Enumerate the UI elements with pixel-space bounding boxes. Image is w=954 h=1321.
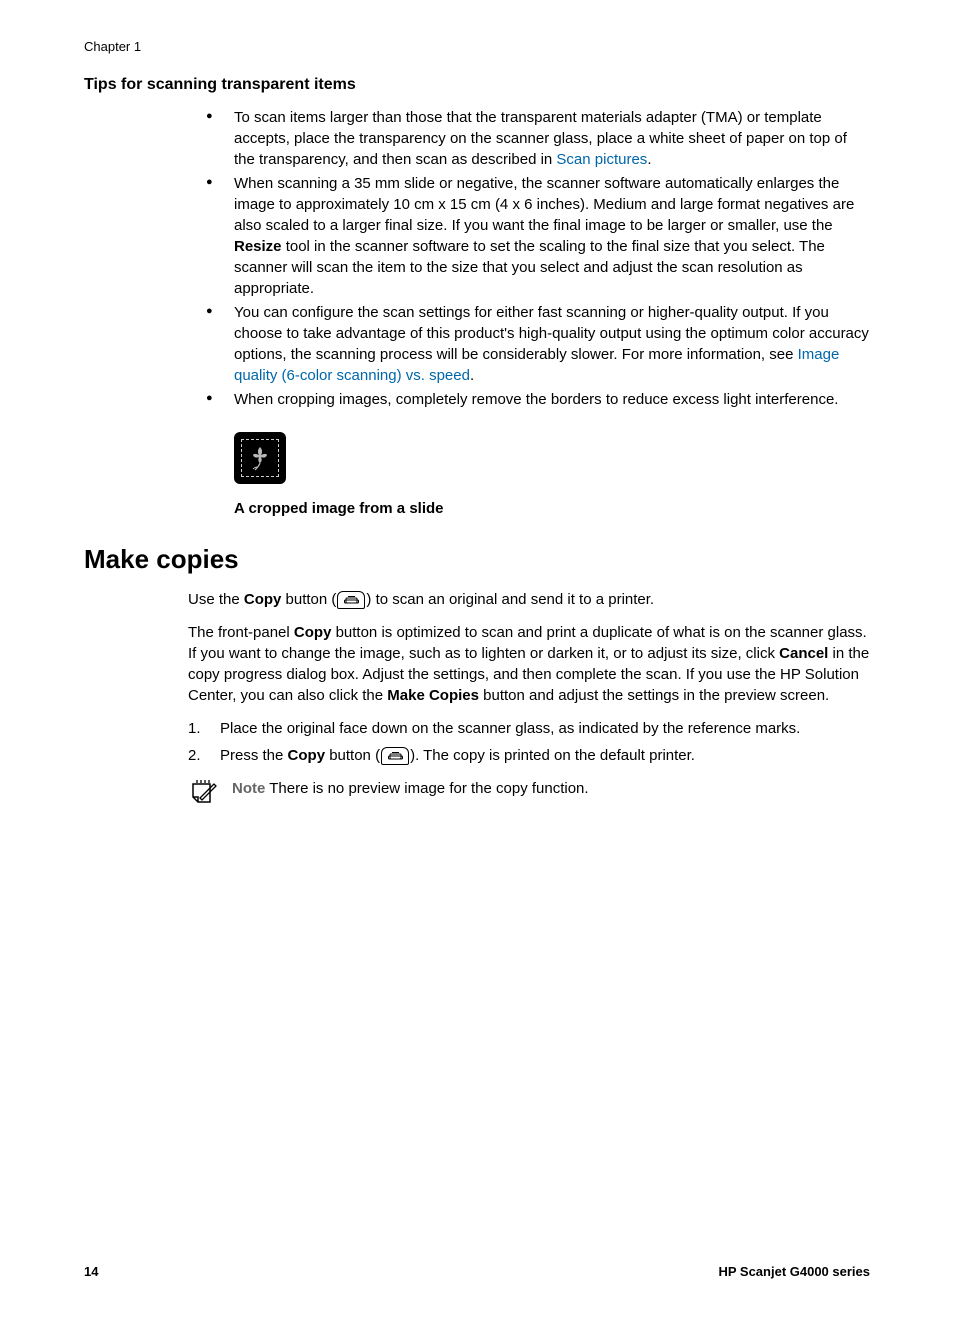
tip-text: You can configure the scan settings for … <box>234 304 869 363</box>
page-number: 14 <box>84 1263 98 1281</box>
note-icon <box>188 778 218 808</box>
tip-item: To scan items larger than those that the… <box>206 107 870 170</box>
step-text: Place the original face down on the scan… <box>220 720 800 737</box>
tips-heading: Tips for scanning transparent items <box>84 74 870 96</box>
chapter-label: Chapter 1 <box>84 38 870 56</box>
note-block: Note There is no preview image for the c… <box>84 778 870 808</box>
step-text: ). The copy is printed on the default pr… <box>410 747 695 764</box>
figure-caption: A cropped image from a slide <box>234 498 870 519</box>
make-copies-heading: Make copies <box>84 541 870 577</box>
resize-bold: Resize <box>234 238 282 255</box>
tip-item: You can configure the scan settings for … <box>206 302 870 386</box>
cropped-slide-image <box>234 432 286 484</box>
text: The front-panel <box>188 624 294 641</box>
text: ) to scan an original and send it to a p… <box>366 591 654 608</box>
make-copies-para2: The front-panel Copy button is optimized… <box>188 622 870 706</box>
note-label: Note <box>232 780 265 797</box>
tip-text: . <box>470 367 474 384</box>
tip-text: When scanning a 35 mm slide or negative,… <box>234 175 854 234</box>
text: button and adjust the settings in the pr… <box>479 687 829 704</box>
copy-bold: Copy <box>288 747 326 764</box>
step-item: 2. Press the Copy button ( ). The copy is… <box>188 745 870 766</box>
text: Use the <box>188 591 244 608</box>
step-text: button ( <box>325 747 380 764</box>
step-item: 1. Place the original face down on the s… <box>188 718 870 739</box>
cropped-image-figure <box>234 432 870 484</box>
tip-item: When scanning a 35 mm slide or negative,… <box>206 173 870 299</box>
step-text: Press the <box>220 747 288 764</box>
tip-text: When cropping images, completely remove … <box>234 391 838 408</box>
note-text: There is no preview image for the copy f… <box>265 780 588 797</box>
step-number: 1. <box>188 718 201 739</box>
text: button ( <box>281 591 336 608</box>
make-copies-steps: 1. Place the original face down on the s… <box>84 718 870 766</box>
copy-bold: Copy <box>244 591 282 608</box>
tip-text: tool in the scanner software to set the … <box>234 238 825 297</box>
tips-bullet-list: To scan items larger than those that the… <box>84 107 870 410</box>
copy-button-icon <box>337 591 365 609</box>
product-name: HP Scanjet G4000 series <box>718 1263 870 1281</box>
cancel-bold: Cancel <box>779 645 828 662</box>
scan-pictures-link[interactable]: Scan pictures <box>556 151 647 168</box>
copy-button-icon <box>381 747 409 765</box>
step-number: 2. <box>188 745 201 766</box>
tip-item: When cropping images, completely remove … <box>206 389 870 410</box>
make-copies-bold: Make Copies <box>387 687 479 704</box>
tip-text: . <box>647 151 651 168</box>
page-footer: 14 HP Scanjet G4000 series <box>84 1263 870 1281</box>
tip-text: To scan items larger than those that the… <box>234 109 847 168</box>
copy-bold: Copy <box>294 624 332 641</box>
make-copies-para1: Use the Copy button ( ) to scan an origin… <box>188 589 870 610</box>
cropped-inner-frame <box>241 439 279 477</box>
flower-icon <box>248 445 272 471</box>
note-content: Note There is no preview image for the c… <box>232 778 589 799</box>
